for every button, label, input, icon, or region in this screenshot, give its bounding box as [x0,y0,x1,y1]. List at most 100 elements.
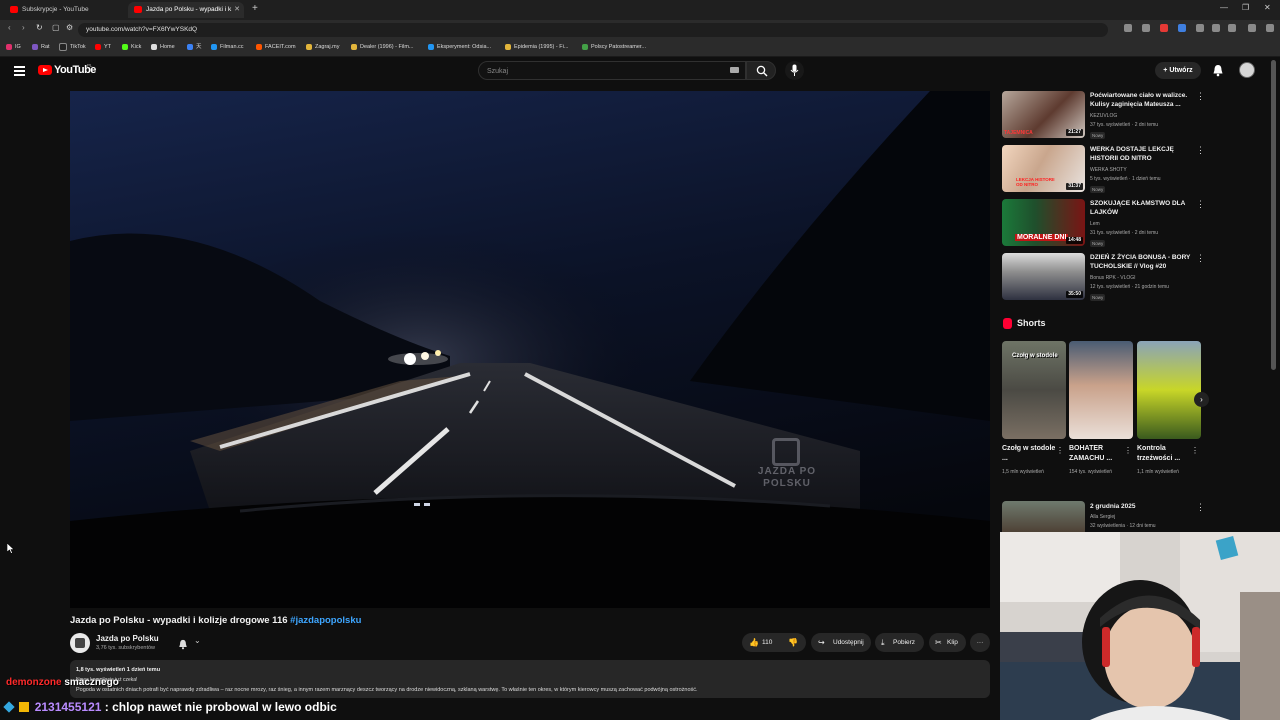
youtube-logo-icon[interactable] [38,65,52,75]
shorts-logo-icon [1003,318,1012,329]
video-thumbnail[interactable]: LEKCJA HISTORII OD NITRO 31:37 [1002,145,1085,192]
thumbs-down-icon[interactable]: 👎 [788,633,798,652]
bookmark-item[interactable]: Epidemia (1995) - Fi... [505,42,568,53]
new-tab-button[interactable]: + [252,3,258,14]
bookmark-item[interactable]: 天 [187,42,202,53]
kebab-menu-icon[interactable]: ⋮ [1196,254,1205,263]
short-title[interactable]: Czołg w stodole ... [1002,444,1056,464]
video-player[interactable]: JAZDA PO POLSKU [70,91,990,608]
shorts-next-button[interactable]: › [1194,392,1209,407]
bookmark-item[interactable]: Dealer (1996) - Film... [351,42,414,53]
bookmark-item[interactable]: Zagraj.my [306,42,339,53]
url-input[interactable]: youtube.com/watch?v=FX6fYwYSKdQ [78,23,1108,37]
link-icon[interactable] [1228,24,1236,32]
close-window-icon[interactable]: ✕ [1264,3,1271,12]
bookmark-page-icon[interactable]: ▢ [52,23,60,32]
recommended-channel[interactable]: WERKA SHOTY [1090,167,1127,173]
kebab-menu-icon[interactable]: ⋮ [1196,146,1205,155]
thumbs-up-icon[interactable]: 👍 [749,633,759,652]
extension-icon[interactable] [1160,24,1168,32]
chevron-down-icon[interactable]: ⌄ [194,636,201,645]
browser-tab-subscriptions[interactable]: Subskrypcje - YouTube [4,2,122,18]
bookmark-item[interactable]: Home [151,42,175,53]
recommended-channel[interactable]: Alla Sergiej [1090,514,1115,520]
minimize-icon[interactable]: — [1220,3,1228,12]
video-thumbnail[interactable] [1002,501,1085,532]
video-thumbnail[interactable]: MORALNE DNI 14:48 [1002,199,1085,246]
voice-search-button[interactable] [785,61,804,80]
bookmark-item[interactable]: FACEIT.com [256,42,296,53]
search-button[interactable] [746,61,776,80]
hashtag-link[interactable]: #jazdapopolsku [290,615,361,626]
bookmark-item[interactable]: Rat [32,42,50,53]
kebab-menu-icon[interactable]: ⋮ [1196,92,1205,101]
download-button[interactable]: ⤓ Pobierz [875,633,924,652]
recommended-video-title[interactable]: Poćwiartowane ciało w walizce. Kulisy za… [1090,91,1194,109]
search-input[interactable]: Szukaj [478,61,746,80]
microphone-icon [790,64,799,76]
kebab-menu-icon[interactable]: ⋮ [1196,503,1205,512]
create-button[interactable]: + Utwórz [1155,62,1201,79]
bookmark-item[interactable]: Kick [122,42,141,53]
share-icon: ↪ [818,638,825,647]
short-thumbnail[interactable] [1069,341,1133,439]
kebab-menu-icon[interactable]: ⋮ [1124,446,1132,455]
back-icon[interactable]: ‹ [8,23,11,32]
browser-menu-icon[interactable] [1266,24,1274,32]
extension-icon[interactable] [1196,24,1204,32]
video-thumbnail[interactable]: TAJEMNICA 21:27 [1002,91,1085,138]
playlist-icon[interactable] [1248,24,1256,32]
clip-button[interactable]: ✂ Klip [929,633,966,652]
views-and-date: 1,8 tys. wyświetleń 1 dzień temu [76,667,161,673]
channel-name[interactable]: Jazda po Polsku [96,634,159,643]
bookmark-item[interactable]: IG [6,42,21,53]
short-views: 1,1 mln wyświetleń [1137,469,1179,475]
channel-avatar[interactable] [70,633,90,653]
video-duration: 35:50 [1066,291,1083,298]
maximize-icon[interactable]: ❐ [1242,3,1249,12]
extension-icon[interactable] [1178,24,1186,32]
recommended-video-title[interactable]: 2 grudnia 2025 [1090,502,1194,511]
short-thumbnail[interactable] [1137,341,1201,439]
recommended-channel[interactable]: Bonus RPK - VLOGI [1090,275,1136,281]
chat-message: 2131455121 : chlop nawet nie probowal w … [3,700,337,714]
recommended-video-title[interactable]: WERKA DOSTAJE LEKCJĘ HISTORII OD NITRO [1090,145,1194,163]
browser-tab-video[interactable]: Jazda po Polsku - wypadki i k ✕ [128,2,244,18]
keyboard-icon[interactable] [730,67,739,73]
hamburger-menu-icon[interactable] [14,66,25,76]
more-actions-button[interactable]: ··· [970,633,990,652]
forward-icon[interactable]: › [22,23,25,32]
short-thumbnail[interactable]: Czołg w stodole [1002,341,1066,439]
bookmark-item[interactable]: YT [95,42,111,53]
new-badge: Nowy [1090,186,1106,193]
video-duration: 31:37 [1066,183,1083,190]
video-thumbnail[interactable]: 35:50 [1002,253,1085,300]
bookmark-item[interactable]: Polscy Patostreamer... [582,42,646,53]
download-icon[interactable] [1212,24,1220,32]
close-tab-icon[interactable]: ✕ [234,2,240,18]
kebab-menu-icon[interactable]: ⋮ [1196,200,1205,209]
recommended-video-title[interactable]: DZIEŃ Z ŻYCIA BONUSA - BORY TUCHOLSKIE /… [1090,253,1194,271]
bookmark-item[interactable]: TikTok [59,42,86,53]
recommended-channel[interactable]: KEZUVLOG [1090,113,1117,119]
webcam-overlay [1000,532,1280,720]
share-button[interactable]: ↪ Udostępnij [811,633,871,652]
bookmark-item[interactable]: Filman.cc [211,42,244,53]
recommended-channel[interactable]: Lem [1090,221,1100,227]
account-avatar[interactable] [1239,62,1255,78]
kebab-menu-icon[interactable]: ⋮ [1056,446,1064,455]
reload-icon[interactable]: ↻ [36,23,43,32]
extension-icon[interactable] [1142,24,1150,32]
recommended-video-title[interactable]: SZOKUJĄCE KŁAMSTWO DLA LAJKÓW [1090,199,1194,217]
subscription-bell-button[interactable] [178,637,188,655]
notifications-button[interactable] [1212,64,1224,82]
site-info-icon[interactable]: ⚙ [66,23,73,32]
page-scrollbar[interactable] [1271,60,1276,370]
bookmark-item[interactable]: Eksperyment: Odsia... [428,42,491,53]
short-title[interactable]: Kontrola trzeźwości ... [1137,444,1191,464]
like-count[interactable]: 110 [762,633,772,652]
chat-username: 2131455121 [34,700,102,714]
short-title[interactable]: BOHATER ZAMACHU ... [1069,444,1123,464]
kebab-menu-icon[interactable]: ⋮ [1191,446,1199,455]
extension-icon[interactable] [1124,24,1132,32]
